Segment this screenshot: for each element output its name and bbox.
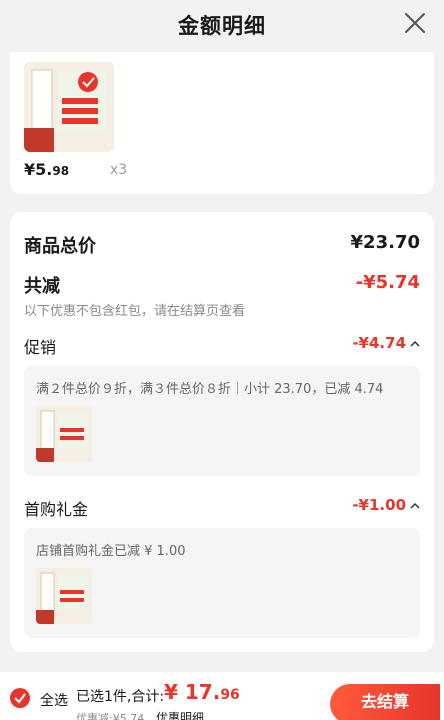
- page-title: 金额明细: [178, 14, 266, 38]
- close-icon[interactable]: [404, 12, 426, 34]
- promo-product-thumb: [36, 406, 92, 462]
- product-quantity: x3: [110, 162, 128, 178]
- discount-amount: 优惠减:¥5.74: [76, 712, 145, 720]
- select-all-checkbox[interactable]: [10, 688, 30, 708]
- total-label: 商品总价: [24, 236, 96, 257]
- product-image[interactable]: [24, 62, 114, 152]
- discount-detail-link[interactable]: 优惠明细: [156, 709, 204, 720]
- reduce-label: 共减: [24, 276, 60, 297]
- product-price: ¥5.98: [24, 160, 70, 179]
- gift-panel: 店铺首购礼金已减 ¥ 1.00: [24, 528, 420, 638]
- gift-product-thumb: [36, 568, 92, 624]
- promo-label: 促销: [24, 338, 57, 357]
- gift-detail: 店铺首购礼金已减 ¥ 1.00: [36, 544, 186, 559]
- checkout-bar: 全选 已选1件,合计: ¥ 17.96 优惠减:¥5.74 优惠明细 去结算: [0, 672, 444, 720]
- promo-panel: 满２件总价９折，满３件总价８折｜小计 23.70，已减 4.74: [24, 366, 420, 476]
- chevron-up-icon[interactable]: [410, 340, 420, 348]
- reduce-hint-row: 以下优惠不包含红包，请在结算页查看: [24, 300, 420, 319]
- gift-row[interactable]: 首购礼金 -¥1.00: [24, 496, 420, 519]
- price-detail-card: 商品总价 ¥23.70 共减 -¥5.74 以下优惠不包含红包，请在结算页查看 …: [10, 212, 434, 652]
- promo-detail: 满２件总价９折，满３件总价８折｜小计 23.70，已减 4.74: [36, 382, 384, 397]
- chevron-up-icon[interactable]: [410, 502, 420, 510]
- total-row: 商品总价 ¥23.70: [24, 232, 420, 257]
- check-icon: [14, 693, 26, 704]
- checkout-button[interactable]: 去结算: [330, 684, 440, 720]
- selected-count: 已选1件,合计:: [76, 689, 165, 705]
- gift-label: 首购礼金: [24, 500, 89, 519]
- total-amount: ¥ 17.96: [164, 680, 240, 704]
- promo-row[interactable]: 促销 -¥4.74: [24, 334, 420, 357]
- reduce-value: -¥5.74: [355, 272, 420, 293]
- gift-value: -¥1.00: [352, 496, 406, 514]
- product-card: ¥5.98 x3: [10, 52, 434, 194]
- select-all-label[interactable]: 全选: [40, 690, 68, 710]
- reduce-hint: 以下优惠不包含红包，请在结算页查看: [24, 304, 246, 319]
- total-value: ¥23.70: [350, 232, 420, 253]
- reduce-row: 共减 -¥5.74: [24, 272, 420, 297]
- header: 金额明细: [0, 0, 444, 52]
- promo-value: -¥4.74: [352, 334, 406, 352]
